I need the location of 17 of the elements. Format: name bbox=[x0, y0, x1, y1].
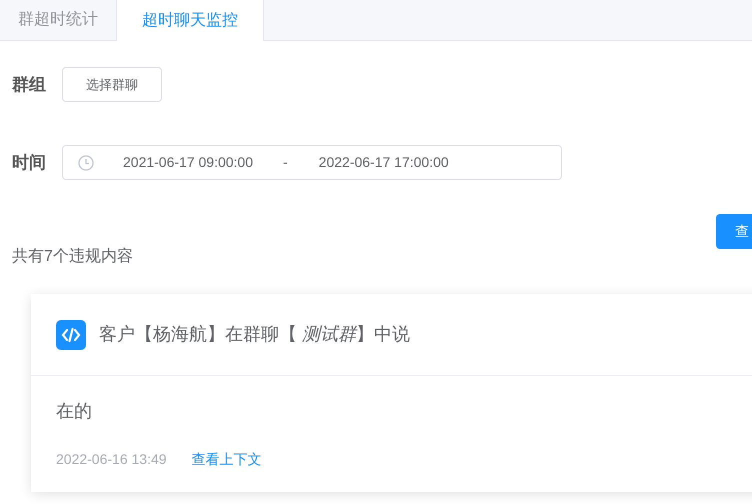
tab[interactable]: 超时聊天监控 bbox=[116, 0, 264, 41]
start-date: 2021-06-17 09:00:00 bbox=[123, 153, 253, 172]
query-button[interactable]: 查 bbox=[716, 214, 752, 249]
clock-icon bbox=[78, 154, 94, 170]
field-label: 时间 bbox=[12, 152, 47, 174]
view-context-link[interactable]: 查看上下文 bbox=[192, 449, 262, 470]
tab[interactable]: 群超时统计 bbox=[0, 0, 116, 40]
select-group-button[interactable]: 选择群聊 bbox=[62, 67, 162, 102]
date-range-field[interactable]: 2021-06-17 09:00:00 - 2022-06-17 17:00:00 bbox=[62, 145, 562, 180]
message-time: 2022-06-16 13:49 bbox=[56, 450, 167, 469]
code-icon bbox=[56, 320, 86, 350]
end-date: 2022-06-17 17:00:00 bbox=[318, 153, 449, 172]
field-label: 群组 bbox=[12, 74, 47, 96]
message-title: 客户【杨海航】在群聊【 测试群】中说 bbox=[99, 323, 410, 346]
summary-text: 共有7个违规内容 bbox=[12, 246, 133, 267]
range-separator: - bbox=[283, 153, 288, 172]
message-content: 在的 bbox=[56, 400, 92, 423]
